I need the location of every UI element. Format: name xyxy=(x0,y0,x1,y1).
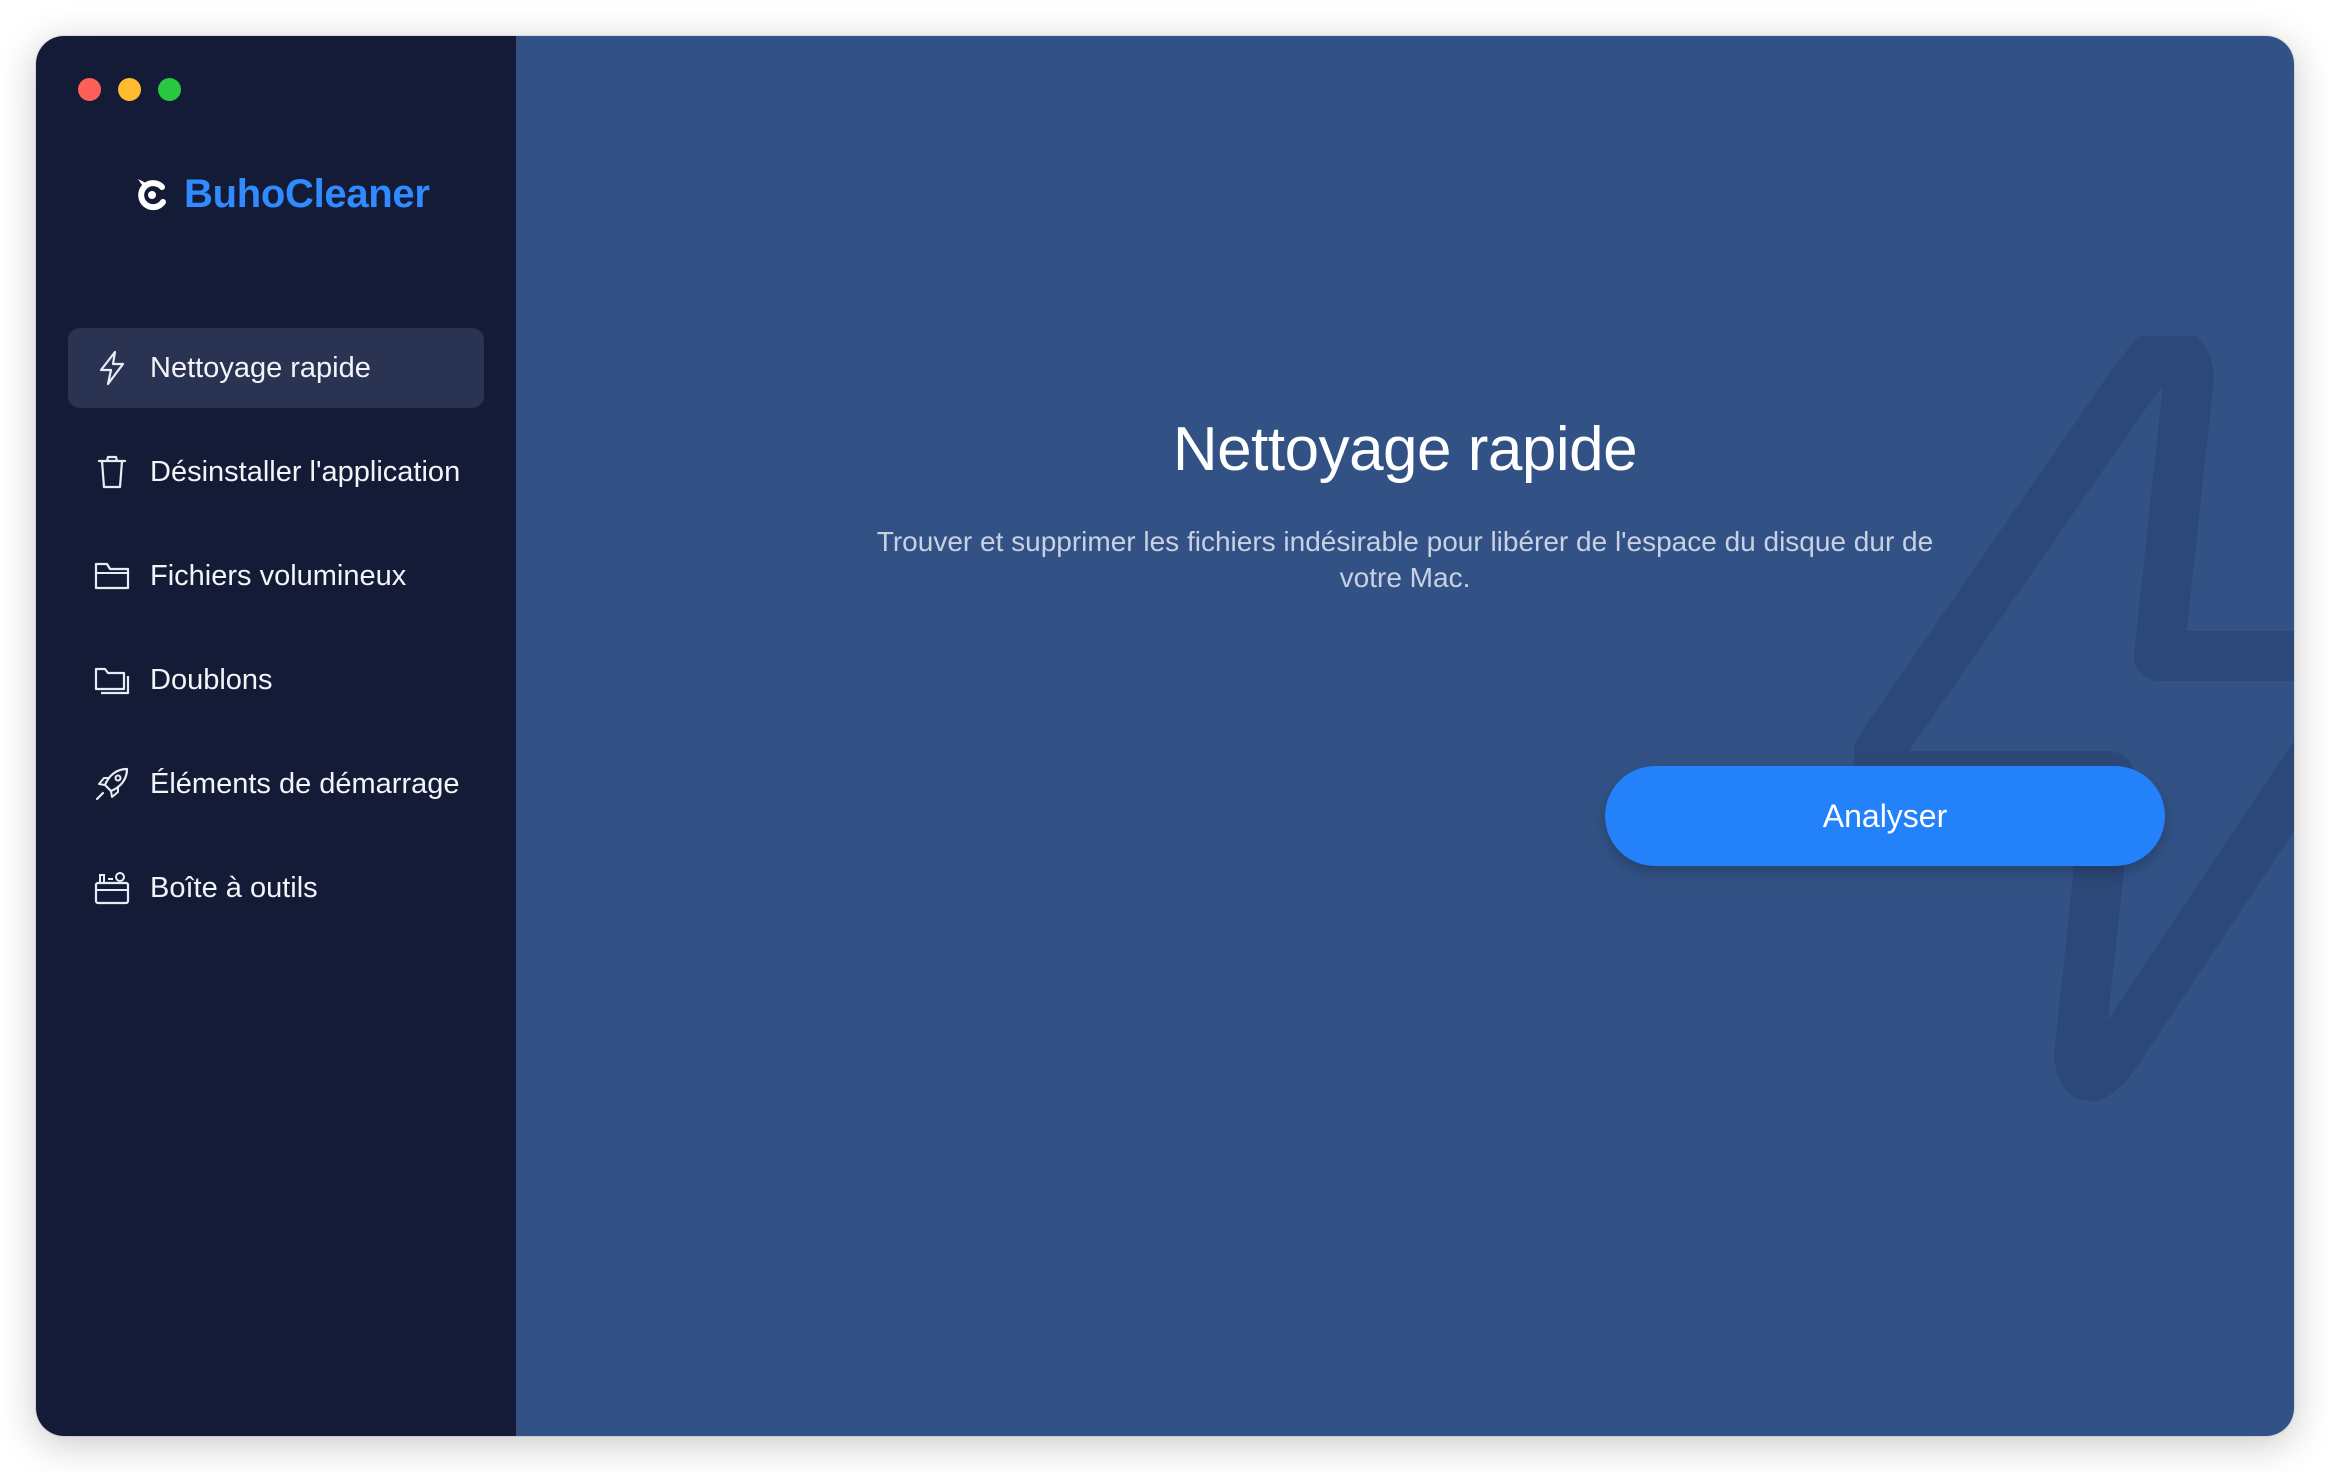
sidebar-item-boite-outils[interactable]: Boîte à outils xyxy=(68,848,484,928)
brand: BuhoCleaner xyxy=(132,172,430,217)
folder-icon xyxy=(94,558,130,594)
sidebar-item-label: Fichiers volumineux xyxy=(150,559,407,592)
sidebar: BuhoCleaner Nettoyage rapide Désinstalle… xyxy=(36,36,516,1436)
sidebar-item-doublons[interactable]: Doublons xyxy=(68,640,484,720)
sidebar-item-label: Désinstaller l'application xyxy=(150,455,461,488)
buhocleaner-logo-icon xyxy=(138,178,166,210)
app-window: BuhoCleaner Nettoyage rapide Désinstalle… xyxy=(36,36,2294,1436)
zoom-window-button[interactable] xyxy=(158,78,181,101)
window-controls xyxy=(78,78,181,101)
sidebar-nav: Nettoyage rapide Désinstaller l'applicat… xyxy=(68,328,484,952)
sidebar-item-fichiers-volumineux[interactable]: Fichiers volumineux xyxy=(68,536,484,616)
page-title: Nettoyage rapide xyxy=(1172,414,1638,484)
app-name: BuhoCleaner xyxy=(184,172,430,216)
sidebar-item-label: Nettoyage rapide xyxy=(150,351,371,384)
sidebar-item-elements-demarrage[interactable]: Éléments de démarrage xyxy=(68,744,484,824)
main-content: Nettoyage rapide Trouver et supprimer le… xyxy=(516,36,2294,1436)
sidebar-item-desinstaller[interactable]: Désinstaller l'application xyxy=(68,432,484,512)
sidebar-item-label: Doublons xyxy=(150,663,273,696)
analyze-button[interactable]: Analyser xyxy=(1605,766,2165,866)
minimize-window-button[interactable] xyxy=(118,78,141,101)
bolt-icon xyxy=(94,350,130,386)
sidebar-item-label: Boîte à outils xyxy=(150,871,318,904)
toolbox-icon xyxy=(94,870,130,906)
rocket-icon xyxy=(94,766,130,802)
sidebar-item-label: Éléments de démarrage xyxy=(150,767,460,800)
trash-icon xyxy=(94,454,130,490)
sidebar-item-nettoyage-rapide[interactable]: Nettoyage rapide xyxy=(68,328,484,408)
duplicate-folders-icon xyxy=(94,662,130,698)
close-window-button[interactable] xyxy=(78,78,101,101)
page-description: Trouver et supprimer les fichiers indési… xyxy=(876,526,1934,593)
